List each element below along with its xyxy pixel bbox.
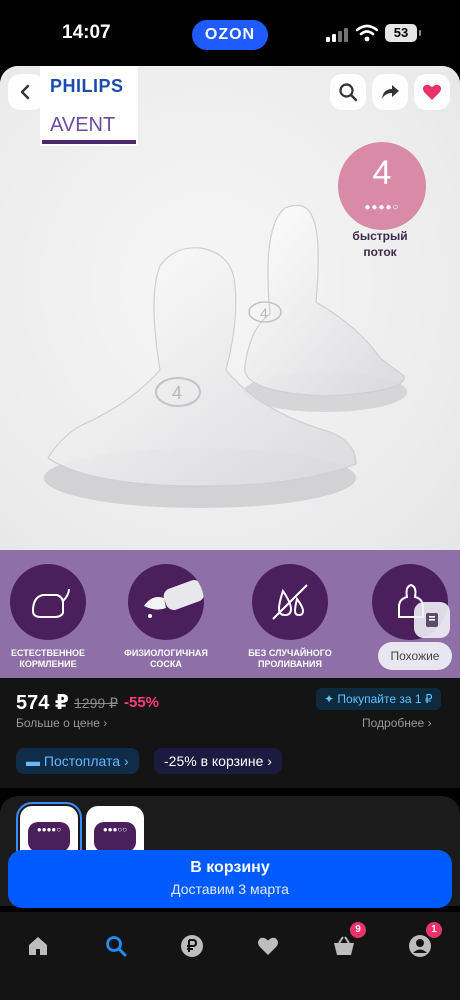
flow-speed-label: быстрый поток <box>352 229 408 259</box>
card-icon: ▬ <box>26 753 40 769</box>
no-spill-icon <box>252 564 328 640</box>
postpay-label: Постоплата <box>43 753 121 769</box>
brand-logo-line1: PHILIPS <box>50 76 124 96</box>
share-button[interactable] <box>372 74 408 110</box>
chevron-right-icon: › <box>427 716 432 730</box>
chevron-left-icon <box>20 84 30 100</box>
feature-no-spill: БЕЗ СЛУЧАЙНОГО ПРОЛИВАНИЯ <box>244 564 336 670</box>
variant-label: ●●●●○ <box>28 822 70 852</box>
brand-logo: PHILIPS AVENT <box>40 66 138 146</box>
buy-for-one-label: Покупайте за 1 ₽ <box>337 692 433 706</box>
chevron-right-icon: › <box>123 753 129 769</box>
cart-discount-label: -25% в корзине <box>164 753 264 769</box>
postpay-chip[interactable]: ▬ Постоплата › <box>16 748 139 774</box>
bottom-tab-bar: 9 1 <box>0 912 460 1000</box>
feature-caption: ФИЗИОЛОГИЧНАЯ СОСКА <box>124 648 208 669</box>
book-icon <box>426 613 438 627</box>
similar-items-button[interactable] <box>414 602 450 638</box>
add-to-cart-button[interactable]: В корзину Доставим 3 марта <box>8 850 452 908</box>
feature-caption: БЕЗ СЛУЧАЙНОГО ПРОЛИВАНИЯ <box>248 648 332 669</box>
cart-icon <box>334 936 354 955</box>
tab-favorites[interactable] <box>248 926 288 966</box>
ozon-logo: OZON <box>192 20 268 50</box>
cart-count-badge: 9 <box>350 922 366 938</box>
flow-speed-dots: ●●●●○ <box>364 202 400 213</box>
cart-discount-chip[interactable]: -25% в корзине › <box>154 748 282 774</box>
chevron-right-icon: › <box>267 753 272 769</box>
search-button[interactable] <box>330 74 366 110</box>
feature-natural-feeding: ЕСТЕСТВЕННОЕ КОРМЛЕНИЕ <box>2 564 94 670</box>
signal-icon <box>326 28 348 42</box>
details-link[interactable]: Подробнее › <box>362 716 432 730</box>
current-price: 574 ₽ <box>16 692 69 714</box>
favorite-button[interactable] <box>414 74 450 110</box>
status-time: 14:07 <box>62 22 111 43</box>
nipple-icon <box>128 564 204 640</box>
feeding-icon <box>10 564 86 640</box>
feature-caption: ЕСТЕСТВЕННОЕ КОРМЛЕНИЕ <box>10 648 86 669</box>
ruble-icon <box>181 935 203 957</box>
delivery-date-label: Доставим 3 марта <box>171 881 289 897</box>
old-price: 1299 ₽ <box>74 695 118 711</box>
sparkle-icon: ✦ <box>324 692 335 706</box>
similar-items-label[interactable]: Похожие <box>378 642 452 670</box>
wifi-icon <box>356 24 378 42</box>
battery-indicator: 53 <box>385 24 421 42</box>
more-about-price-label: Больше о цене <box>16 716 100 730</box>
tab-cart[interactable]: 9 <box>324 922 366 966</box>
home-icon <box>29 937 47 955</box>
chevron-right-icon: › <box>103 716 108 730</box>
back-button[interactable] <box>8 74 44 110</box>
variant-label: ●●●○○ <box>94 822 136 852</box>
product-card: 4 4 PHILIPS AVENT 4 ●●●●○ быстрый поток <box>0 66 460 678</box>
search-icon <box>106 936 127 957</box>
profile-notification-badge: 1 <box>426 922 442 938</box>
tab-profile[interactable]: 1 <box>400 922 442 966</box>
add-to-cart-label: В корзину <box>190 859 270 876</box>
svg-text:4: 4 <box>260 305 268 321</box>
heart-icon <box>258 937 278 955</box>
buy-for-one-badge[interactable]: ✦ Покупайте за 1 ₽ <box>316 688 441 710</box>
search-icon <box>339 83 358 102</box>
tab-finance[interactable] <box>172 926 212 966</box>
heart-icon <box>422 84 442 100</box>
brand-logo-line2: AVENT <box>50 114 116 136</box>
brand-logo-bar <box>42 140 136 144</box>
discount-percent: -55% <box>124 694 160 711</box>
tab-search[interactable] <box>96 926 136 966</box>
status-bar: 14:07 OZON 53 <box>0 0 460 66</box>
more-about-price-link[interactable]: Больше о цене › <box>16 716 107 730</box>
flow-speed-number: 4 <box>372 154 392 192</box>
share-icon <box>382 85 399 99</box>
details-label: Подробнее <box>362 716 425 730</box>
feature-physiological-teat: ФИЗИОЛОГИЧНАЯ СОСКА <box>120 564 212 670</box>
flow-speed-badge: 4 ●●●●○ <box>338 142 426 230</box>
tab-home[interactable] <box>18 926 58 966</box>
profile-icon <box>409 935 431 957</box>
svg-text:4: 4 <box>172 383 182 403</box>
price-panel: 574 ₽ 1299 ₽ -55% ✦ Покупайте за 1 ₽ Бол… <box>0 678 460 788</box>
